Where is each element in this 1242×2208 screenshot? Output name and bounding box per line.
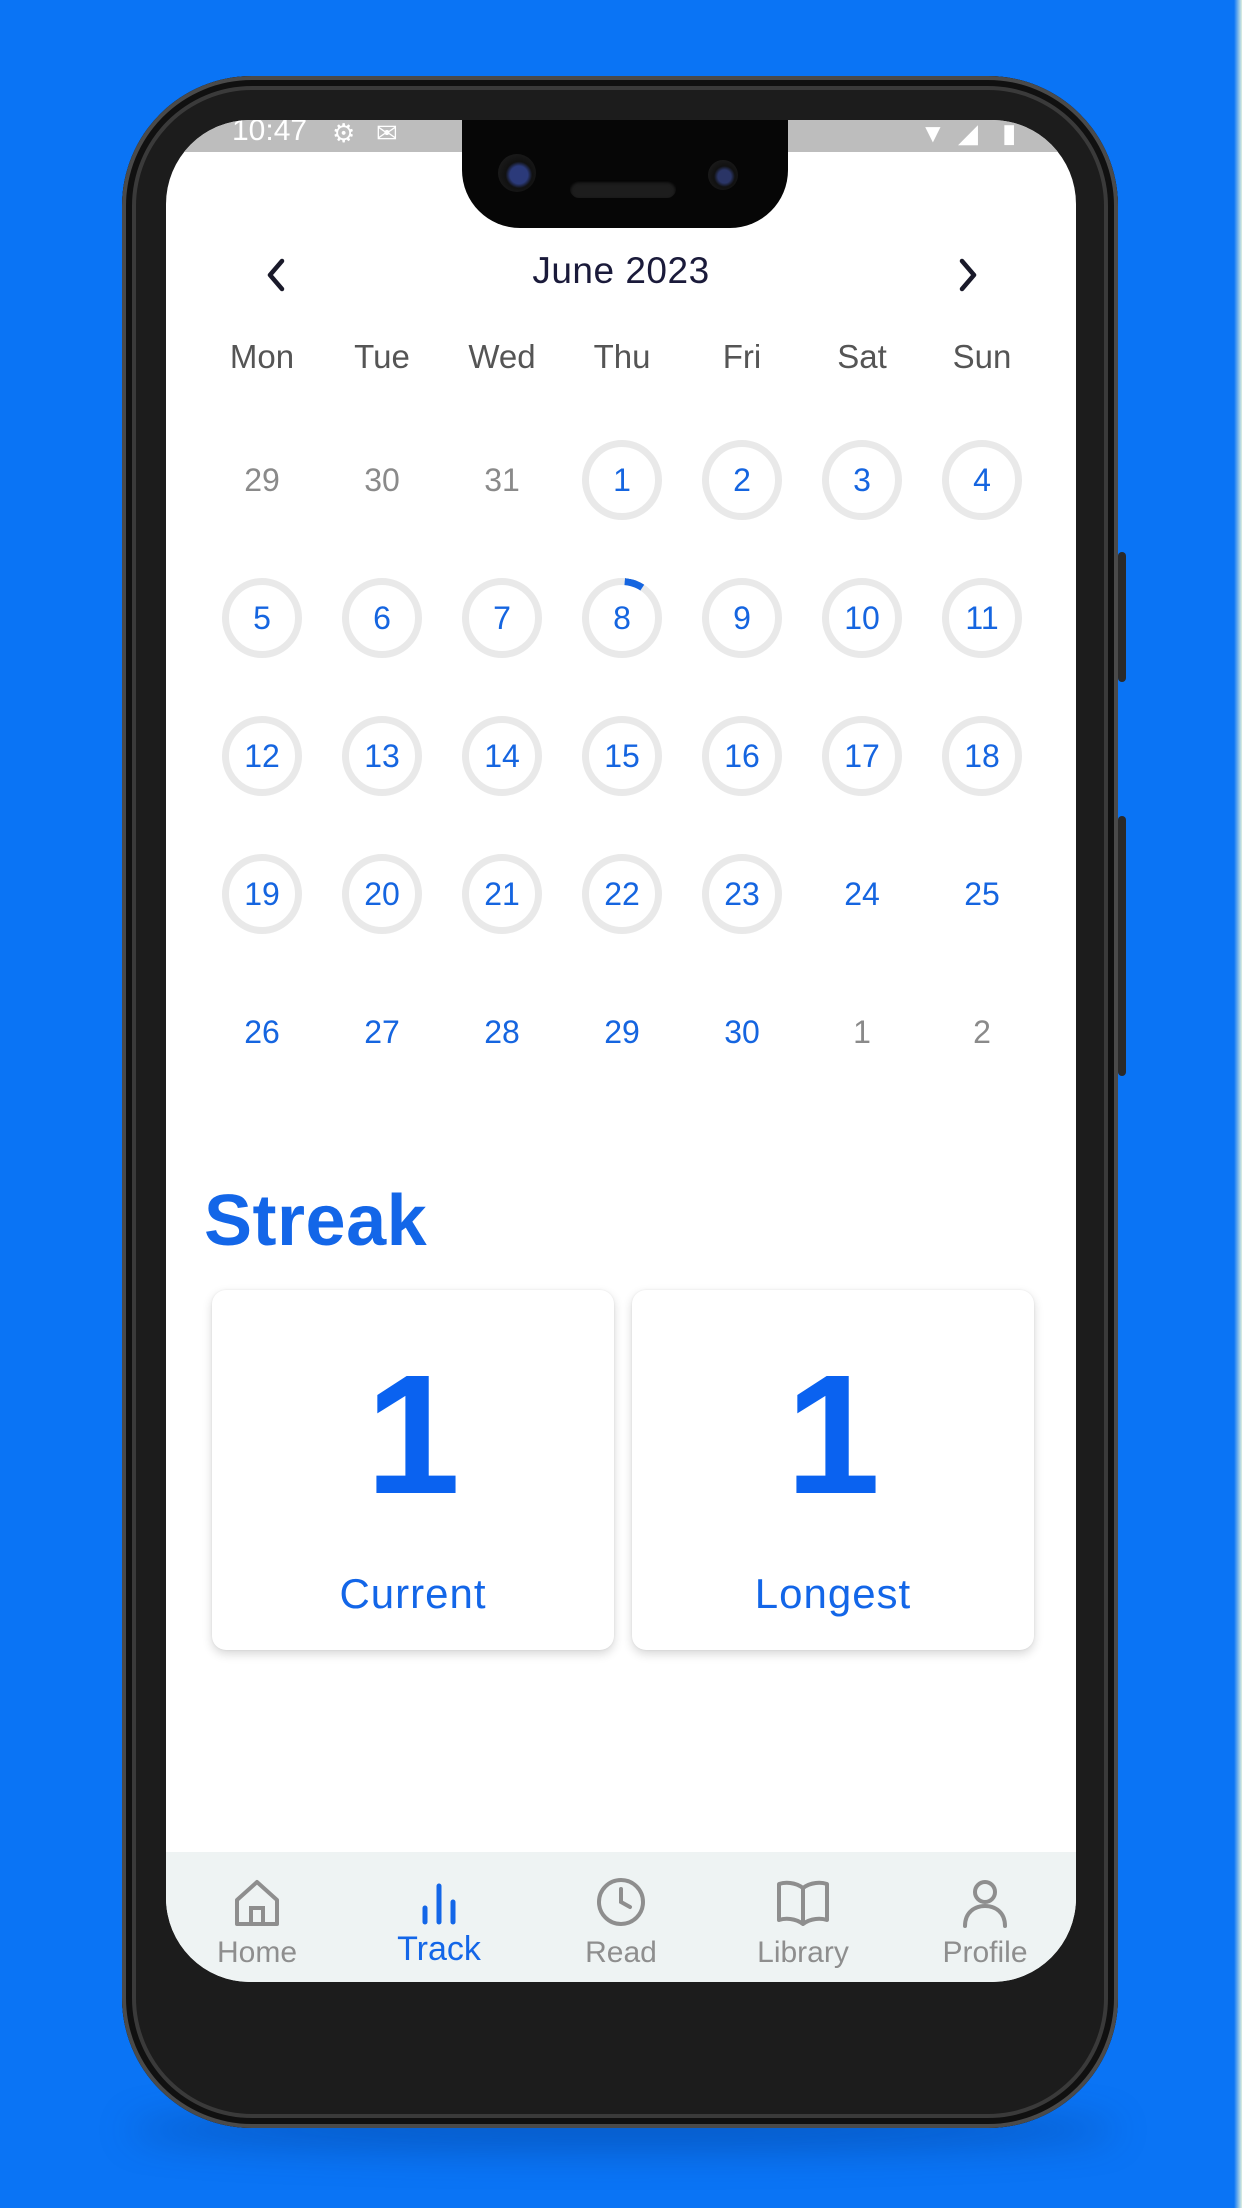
calendar-day[interactable]: 24 bbox=[822, 854, 902, 934]
nav-profile[interactable]: Profile bbox=[910, 1852, 1060, 1982]
longest-streak-card: 1 Longest bbox=[632, 1290, 1034, 1650]
calendar-day[interactable]: 17 bbox=[822, 716, 902, 796]
nav-read[interactable]: Read bbox=[546, 1852, 696, 1982]
calendar-day[interactable]: 28 bbox=[462, 992, 542, 1072]
calendar-day[interactable]: 18 bbox=[942, 716, 1022, 796]
calendar-day[interactable]: 6 bbox=[342, 578, 422, 658]
power-button bbox=[1118, 552, 1126, 682]
calendar-day[interactable]: 7 bbox=[462, 578, 542, 658]
streak-title: Streak bbox=[204, 1181, 428, 1261]
nav-home-label: Home bbox=[216, 1936, 298, 1969]
calendar-day[interactable]: 5 bbox=[222, 578, 302, 658]
calendar-day[interactable]: 3 bbox=[822, 440, 902, 520]
calendar-grid: 29 30 31 1 2 3 4 5 6 7 8 9 10 11 12 13 14 15 16 17 18 19 20 21 2… bbox=[166, 120, 1076, 1120]
calendar-day[interactable]: 22 bbox=[582, 854, 662, 934]
calendar-day[interactable]: 20 bbox=[342, 854, 422, 934]
phone-screen: 10:47 ⚙ ✉ ▼ ◢ ▮ June 2023 Mon Tue Wed Th… bbox=[166, 120, 1076, 1982]
nav-track[interactable]: Track bbox=[364, 1852, 514, 1982]
calendar-day[interactable]: 26 bbox=[222, 992, 302, 1072]
calendar-day[interactable]: 1 bbox=[582, 440, 662, 520]
calendar-day[interactable]: 2 bbox=[942, 992, 1022, 1072]
calendar-day[interactable]: 4 bbox=[942, 440, 1022, 520]
calendar-day[interactable]: 29 bbox=[582, 992, 662, 1072]
calendar-day[interactable]: 9 bbox=[702, 578, 782, 658]
app-display: 10:47 ⚙ ✉ ▼ ◢ ▮ June 2023 Mon Tue Wed Th… bbox=[166, 120, 1076, 1982]
nav-library-label: Library bbox=[757, 1936, 849, 1969]
clock-icon bbox=[597, 1878, 645, 1926]
bar-chart-icon bbox=[422, 1883, 456, 1925]
calendar-day[interactable]: 30 bbox=[702, 992, 782, 1072]
calendar-day[interactable]: 31 bbox=[462, 440, 542, 520]
nav-profile-label: Profile bbox=[942, 1936, 1028, 1969]
calendar-day[interactable]: 16 bbox=[702, 716, 782, 796]
nav-library[interactable]: Library bbox=[728, 1852, 878, 1982]
current-streak-label: Current bbox=[339, 1570, 487, 1617]
longest-streak-label: Longest bbox=[754, 1570, 912, 1617]
calendar-day[interactable]: 27 bbox=[342, 992, 422, 1072]
calendar-day[interactable]: 23 bbox=[702, 854, 782, 934]
calendar-day[interactable]: 10 bbox=[822, 578, 902, 658]
calendar-day[interactable]: 29 bbox=[222, 440, 302, 520]
current-streak-card: 1 Current bbox=[212, 1290, 614, 1650]
nav-read-label: Read bbox=[585, 1936, 657, 1969]
calendar-day[interactable]: 13 bbox=[342, 716, 422, 796]
longest-streak-value: 1 bbox=[785, 1340, 881, 1530]
calendar-day[interactable]: 11 bbox=[942, 578, 1022, 658]
volume-button bbox=[1118, 816, 1126, 1076]
calendar-day[interactable]: 21 bbox=[462, 854, 542, 934]
current-streak-value: 1 bbox=[365, 1340, 461, 1530]
calendar-day[interactable]: 15 bbox=[582, 716, 662, 796]
person-icon bbox=[963, 1880, 1007, 1928]
bottom-navigation: Home Track Read Library Profile bbox=[166, 1852, 1076, 1982]
nav-home[interactable]: Home bbox=[182, 1852, 332, 1982]
nav-track-label: Track bbox=[397, 1930, 481, 1968]
book-icon bbox=[777, 1880, 829, 1926]
calendar-day[interactable]: 14 bbox=[462, 716, 542, 796]
calendar-day[interactable]: 8 bbox=[582, 578, 662, 658]
calendar-day[interactable]: 12 bbox=[222, 716, 302, 796]
calendar-day[interactable]: 30 bbox=[342, 440, 422, 520]
calendar-day[interactable]: 2 bbox=[702, 440, 782, 520]
calendar-day[interactable]: 25 bbox=[942, 854, 1022, 934]
background-edge bbox=[1234, 0, 1242, 2208]
calendar-day[interactable]: 1 bbox=[822, 992, 902, 1072]
calendar-day[interactable]: 19 bbox=[222, 854, 302, 934]
home-icon bbox=[235, 1880, 279, 1926]
